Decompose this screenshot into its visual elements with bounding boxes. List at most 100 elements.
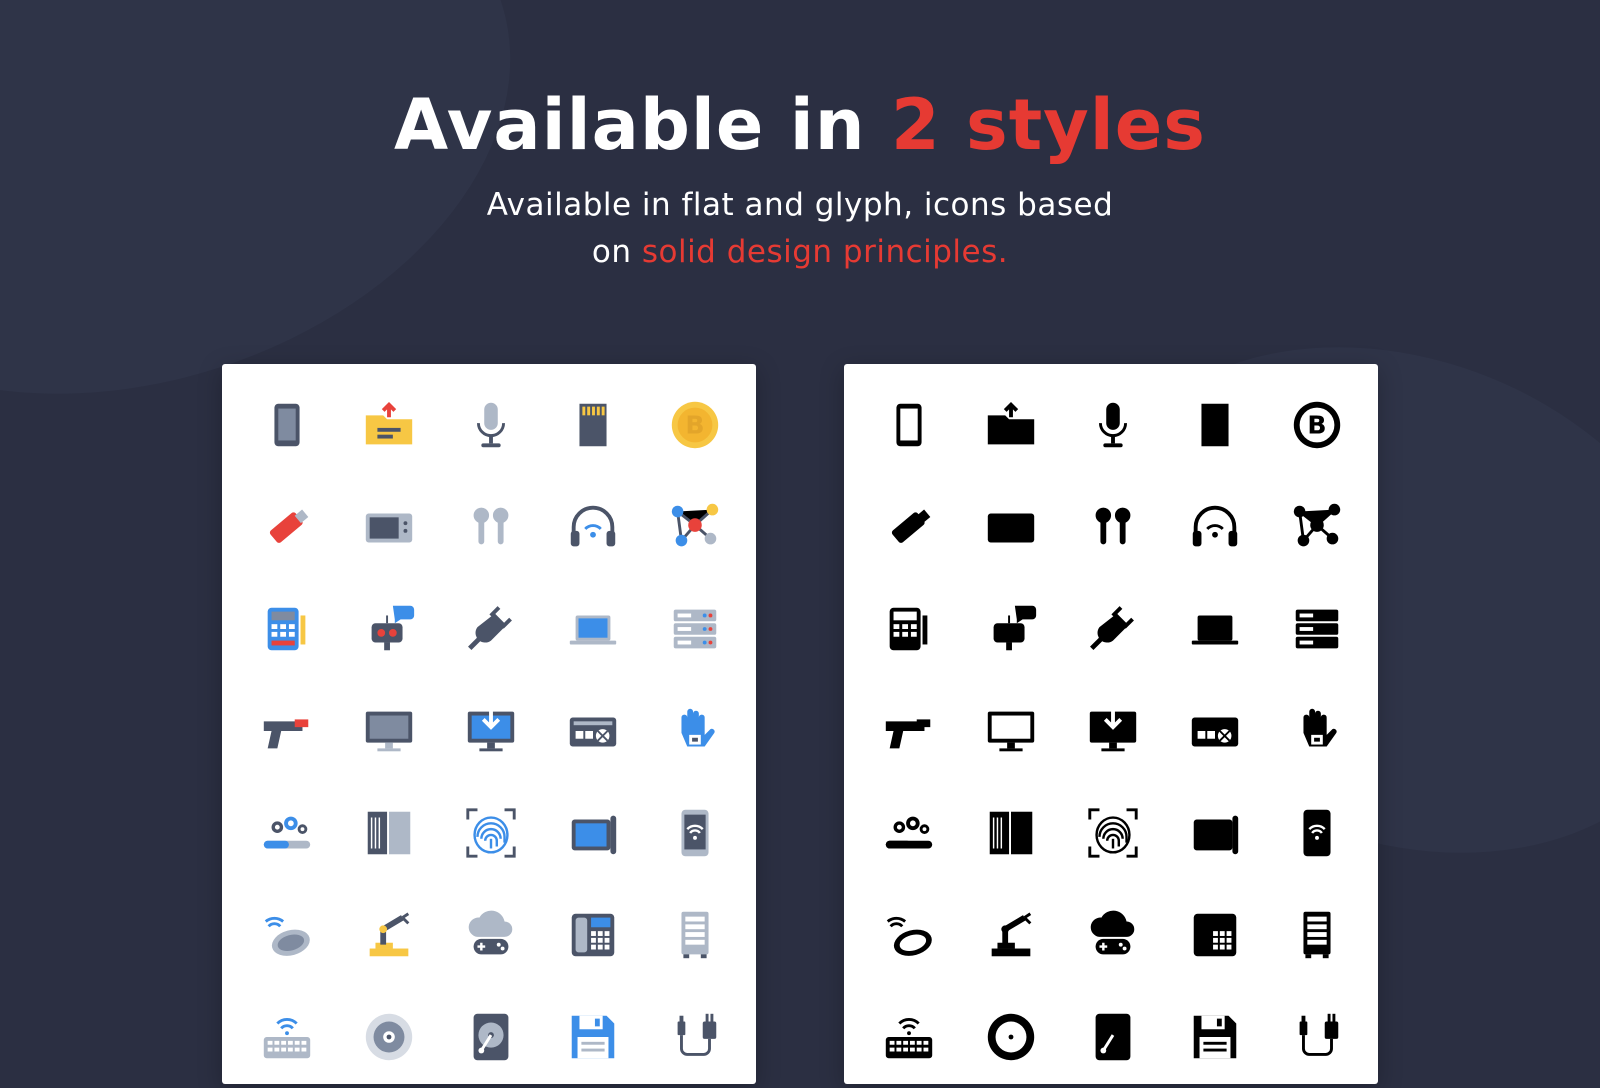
- icon-tile: [440, 986, 542, 1088]
- power-supply-icon: [1191, 717, 1239, 747]
- download-monitor-icon: [1089, 705, 1137, 752]
- robotic-arm-icon: [369, 912, 410, 957]
- icon-tile: [440, 476, 542, 578]
- icon-tile: [960, 986, 1062, 1088]
- icon-tile: [1164, 884, 1266, 986]
- drawing-tablet-icon: [571, 815, 617, 855]
- usb-cable-icon: [677, 1013, 717, 1056]
- desk-phone-icon: [1193, 913, 1237, 957]
- icon-tile: [338, 884, 440, 986]
- pos-terminal-icon: [267, 607, 306, 651]
- icon-tile: [338, 782, 440, 884]
- robot-icon: [371, 605, 415, 651]
- icon-tile: [236, 476, 338, 578]
- bitcoin-icon: B: [1293, 401, 1341, 449]
- icon-tile: [1266, 578, 1368, 680]
- icon-tile: [1266, 476, 1368, 578]
- icon-tile: [1266, 884, 1368, 986]
- gun-icon: [885, 719, 931, 749]
- icon-tile: [542, 782, 644, 884]
- icon-tile: [542, 374, 644, 476]
- icon-tile: [542, 578, 644, 680]
- icon-tile: [236, 578, 338, 680]
- server-tower-icon: [1303, 911, 1331, 959]
- server-cabinet-icon: [989, 811, 1033, 855]
- drawing-tablet-icon: [1193, 815, 1239, 855]
- subtitle-prefix: on: [591, 234, 642, 270]
- laptop-icon: [1191, 615, 1239, 645]
- settings-progress-icon: [263, 816, 311, 849]
- icon-tile: [644, 782, 746, 884]
- microwave-icon: [365, 513, 413, 543]
- icon-tile: [858, 578, 960, 680]
- svg-text:B: B: [685, 411, 704, 440]
- network-nodes-icon: [1293, 503, 1341, 547]
- icon-tile: [960, 578, 1062, 680]
- icon-tile: [236, 680, 338, 782]
- icon-tile: [1062, 680, 1164, 782]
- power-plug-icon: [468, 606, 512, 651]
- floppy-disk-icon: [1193, 1015, 1237, 1059]
- icon-tile: [1062, 782, 1164, 884]
- wireless-mouse-icon: [264, 916, 310, 956]
- monitor-icon: [987, 711, 1035, 752]
- memory-card-icon: [579, 403, 607, 447]
- power-supply-icon: [569, 717, 617, 747]
- flat-icon-grid: B: [236, 374, 746, 1088]
- compact-disc-icon: [365, 1013, 413, 1061]
- wireless-keyboard-icon: [885, 1017, 933, 1059]
- icon-tile: [858, 986, 960, 1088]
- subtitle-accent: solid design principles.: [641, 234, 1009, 270]
- cloud-gaming-icon: [468, 910, 513, 955]
- icon-tile: [644, 884, 746, 986]
- icon-tile: [858, 782, 960, 884]
- glyph-icons-panel: B: [844, 364, 1378, 1084]
- usb-cable-icon: [1299, 1013, 1339, 1056]
- cloud-gaming-icon: [1090, 910, 1135, 955]
- smartphone-wifi-icon: [1303, 809, 1331, 857]
- usb-drive-icon: [891, 509, 931, 543]
- wireless-headphones-icon: [570, 505, 616, 547]
- earbuds-icon: [1095, 507, 1131, 545]
- icon-tile: [542, 986, 644, 1088]
- icon-tile: [1266, 782, 1368, 884]
- icon-tile: [1062, 986, 1164, 1088]
- hard-drive-icon: [473, 1013, 509, 1061]
- icon-tile: [440, 680, 542, 782]
- smart-glove-icon: [1303, 708, 1337, 747]
- smartphone-wifi-icon: [681, 809, 709, 857]
- wireless-mouse-icon: [886, 916, 932, 956]
- subtitle-line-1: Available in flat and glyph, icons based: [486, 187, 1114, 223]
- icon-tile: [542, 476, 644, 578]
- server-rack-icon: [673, 609, 717, 649]
- icon-tile: [858, 884, 960, 986]
- icon-tile: [542, 884, 644, 986]
- usb-drive-icon: [269, 509, 309, 543]
- icon-tile: [1164, 578, 1266, 680]
- icon-tile: [1164, 680, 1266, 782]
- icon-tile: [338, 986, 440, 1088]
- icon-tile: B: [1266, 374, 1368, 476]
- icon-tile: [338, 578, 440, 680]
- icon-tile: [1164, 476, 1266, 578]
- icon-tile: [236, 374, 338, 476]
- earbuds-icon: [473, 507, 509, 545]
- microphone-icon: [476, 402, 506, 448]
- subtitle-line-2: on solid design principles.: [0, 229, 1600, 276]
- icon-tile: [960, 680, 1062, 782]
- server-rack-icon: [1295, 609, 1339, 649]
- network-nodes-icon: [671, 503, 719, 547]
- memory-card-icon: [1201, 403, 1229, 447]
- icon-tile: [960, 476, 1062, 578]
- title-main: Available in: [394, 84, 891, 166]
- flat-icons-panel: B: [222, 364, 756, 1084]
- smart-glove-icon: [681, 708, 715, 747]
- power-plug-icon: [1090, 606, 1134, 651]
- download-monitor-icon: [467, 705, 515, 752]
- icon-tile: [1266, 986, 1368, 1088]
- icon-tile: [960, 782, 1062, 884]
- settings-progress-icon: [885, 816, 933, 849]
- icon-tile: [858, 476, 960, 578]
- robotic-arm-icon: [991, 912, 1032, 957]
- icon-tile: [440, 374, 542, 476]
